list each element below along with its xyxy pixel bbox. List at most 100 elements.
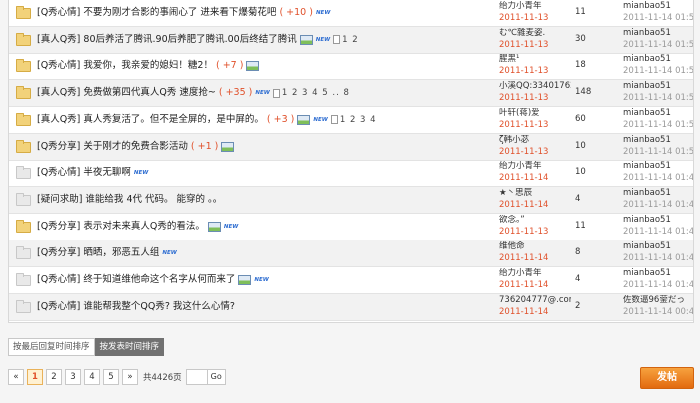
thread-author: 维他命 2011-11-14 [499,241,571,263]
image-attachment-icon [246,61,260,72]
last-reply-user-link[interactable]: 佐数逼96蓥だっ [623,295,693,305]
author-name-link[interactable]: 欲念。” [499,215,571,225]
new-icon: NEW [315,36,331,43]
author-name-link[interactable]: 腥黑¹ [499,54,571,64]
thread-title-link[interactable]: [Q秀分享] 关于刚才的免费合影活动 [37,141,188,152]
reply-count: 30 [575,33,586,44]
thread-title: [Q秀心情] 谁能帮我整个QQ秀? 我这什么心情? [37,300,235,314]
author-name-link[interactable]: 绐力小青年 [499,1,571,11]
thread-page-links[interactable]: 1 2 3 4 [340,115,377,125]
author-name-link[interactable]: ★丶思辰 [499,188,571,198]
thread-author: 736204777@.com 2011-11-14 [499,295,571,317]
page-4-button[interactable]: 4 [84,369,100,385]
folder-icon [16,166,31,180]
post-date: 2011-11-13 [499,93,549,104]
post-date: 2011-11-14 [499,306,549,317]
author-name-link[interactable]: 叶轩(蒋)爱 [499,108,571,118]
thread-title-link[interactable]: [Q秀心情] 谁能帮我整个QQ秀? 我这什么心情? [37,301,235,312]
new-post-button[interactable]: 发帖 [640,367,694,389]
thread-page-links[interactable]: 1 2 [342,35,359,45]
pagination: « 1 2 3 4 5 » 共4426页 Go [8,369,226,385]
reply-count: 60 [575,113,586,124]
author-name-link[interactable]: 736204777@.com [499,295,571,305]
last-reply-user-link[interactable]: mianbao51 [623,28,693,38]
thread-title-link[interactable]: [真人Q秀] 免费做第四代真人Q秀 速度抢~ [37,87,216,98]
page-jump-input[interactable] [185,369,208,385]
last-reply-user-link[interactable]: mianbao51 [623,108,693,118]
author-name-link[interactable]: 绐力小青年 [499,268,571,278]
last-reply-time: 2011-11-14 01:44 [623,253,693,264]
thread-title: [Q秀心情] 半夜无聊啊 NEW [37,166,148,180]
image-attachment-icon [238,275,252,285]
new-icon: NEW [255,90,270,97]
author-name-link[interactable]: 维他命 [499,241,571,251]
last-reply-user-link[interactable]: mianbao51 [623,135,693,145]
last-reply-user-link[interactable]: mianbao51 [623,54,693,64]
thread-author: 绐力小青年 2011-11-14 [499,268,571,290]
reply-count: 4 [575,274,581,284]
thread-title: [Q秀心情] 我爱你，我亲爱的媳妇！糖2！( +7 ) [37,59,260,73]
go-button[interactable]: Go [207,369,226,385]
thread-author: ★丶思辰 2011-11-14 [499,188,571,210]
last-reply-user-link[interactable]: mianbao51 [623,268,693,278]
folder-icon [16,273,31,286]
author-name-link[interactable]: む℃雜麦姿. [499,28,571,38]
post-date: 2011-11-14 [499,199,549,210]
last-reply-user-link[interactable]: mianbao51 [623,215,693,225]
thread-title: [Q秀分享] 表示对未来真人Q秀的看法。 NEW [37,220,238,234]
thread-title-link[interactable]: [Q秀心情] 不要为刚才合影的事闹心了 进来看下爆菊花吧 [37,7,276,18]
author-name-link[interactable]: 绐力小青年 [499,161,571,171]
sort-bar: 按最后回复时间排序 按发表时间排序 [8,338,165,356]
reply-count: 10 [575,167,586,178]
page-5-button[interactable]: 5 [103,369,119,385]
reply-count: 11 [575,7,586,17]
last-reply-time: 2011-11-14 01:52 [623,13,693,23]
thread-row: [真人Q秀] 80后养活了腾讯.90后养肥了腾讯.00后终结了腾讯 NEW 1 2 む… [9,26,693,54]
folder-icon [16,112,31,126]
thread-title-link[interactable]: [Q秀分享] 晒晒，邪恶五人组 [37,247,159,258]
thread-row: [Q秀分享] 晒晒，邪恶五人组 NEW 维他命 2011-11-14 8 mianbao5… [9,240,693,268]
sort-by-last-reply-button[interactable]: 按最后回复时间排序 [8,338,95,356]
thread-title-link[interactable]: [Q秀分享] 表示对未来真人Q秀的看法。 [37,221,205,232]
thread-title: [Q秀心情] 不要为刚才合影的事闹心了 进来看下爆菊花吧( +10 ) NEW [37,6,330,20]
next-page-button[interactable]: » [122,369,138,385]
folder-icon [16,299,31,313]
folder-icon [16,192,31,206]
last-reply-user-link[interactable]: mianbao51 [623,161,693,171]
last-reply-time: 2011-11-14 01:51 [623,119,693,130]
last-reply-time: 2011-11-14 01:52 [623,39,693,50]
heat-badge: ( +7 ) [215,60,244,72]
prev-page-button[interactable]: « [8,369,24,385]
last-reply-user-link[interactable]: mianbao51 [623,188,693,198]
author-name-link[interactable]: 小溪QQ:33401762 [499,81,571,91]
reply-count: 148 [575,87,592,98]
thread-title: [Q秀分享] 晒晒，邪恶五人组 NEW [37,246,177,260]
thread-row: [Q秀分享] 表示对未来真人Q秀的看法。 NEW 欲念。” 2011-11-13 11 m… [9,214,693,241]
thread-page-links[interactable]: 1 2 3 4 5 .. 8 [282,88,350,98]
last-reply-user-link[interactable]: mianbao51 [623,81,693,91]
post-date: 2011-11-13 [499,146,549,157]
sort-by-post-time-button[interactable]: 按发表时间排序 [94,338,165,356]
thread-title-link[interactable]: [真人Q秀] 80后养活了腾讯.90后养肥了腾讯.00后终结了腾讯 [37,34,297,45]
thread-title: [真人Q秀] 免费做第四代真人Q秀 速度抢~( +35 ) NEW 1 2 3 4 … [37,86,350,100]
image-attachment-icon [297,114,311,125]
new-icon: NEW [223,223,239,230]
post-date: 2011-11-14 [499,173,549,184]
thread-title-link[interactable]: [Q秀心情] 终于知道维他命这个名字从何而来了 [37,274,235,285]
post-date: 2011-11-14 [499,280,549,290]
author-name-link[interactable]: ζ韩小苾 [499,135,571,145]
page-3-button[interactable]: 3 [65,369,81,385]
last-reply-user-link[interactable]: mianbao51 [623,241,693,251]
page-2-button[interactable]: 2 [46,369,62,385]
multipage-icon [330,115,338,125]
page-1-button[interactable]: 1 [27,369,43,385]
thread-title-link[interactable]: [Q秀心情] 我爱你，我亲爱的媳妇！糖2！ [37,60,213,71]
last-reply: mianbao51 2011-11-14 01:46 [623,188,693,210]
reply-count: 2 [575,300,581,311]
thread-title-link[interactable]: [Q秀心情] 半夜无聊啊 [37,167,131,178]
thread-row: [Q秀心情] 终于知道维他命这个名字从何而来了 NEW 绐力小青年 2011-11-1… [9,267,693,294]
folder-icon [16,219,31,233]
last-reply-user-link[interactable]: mianbao51 [623,1,693,11]
thread-title-link[interactable]: [疑问求助] 谁能给我 4代 代码。 能穿的 。。 [37,194,222,205]
thread-title-link[interactable]: [真人Q秀] 真人秀复活了。但不是全屏的，是中屏的。 [37,114,264,125]
